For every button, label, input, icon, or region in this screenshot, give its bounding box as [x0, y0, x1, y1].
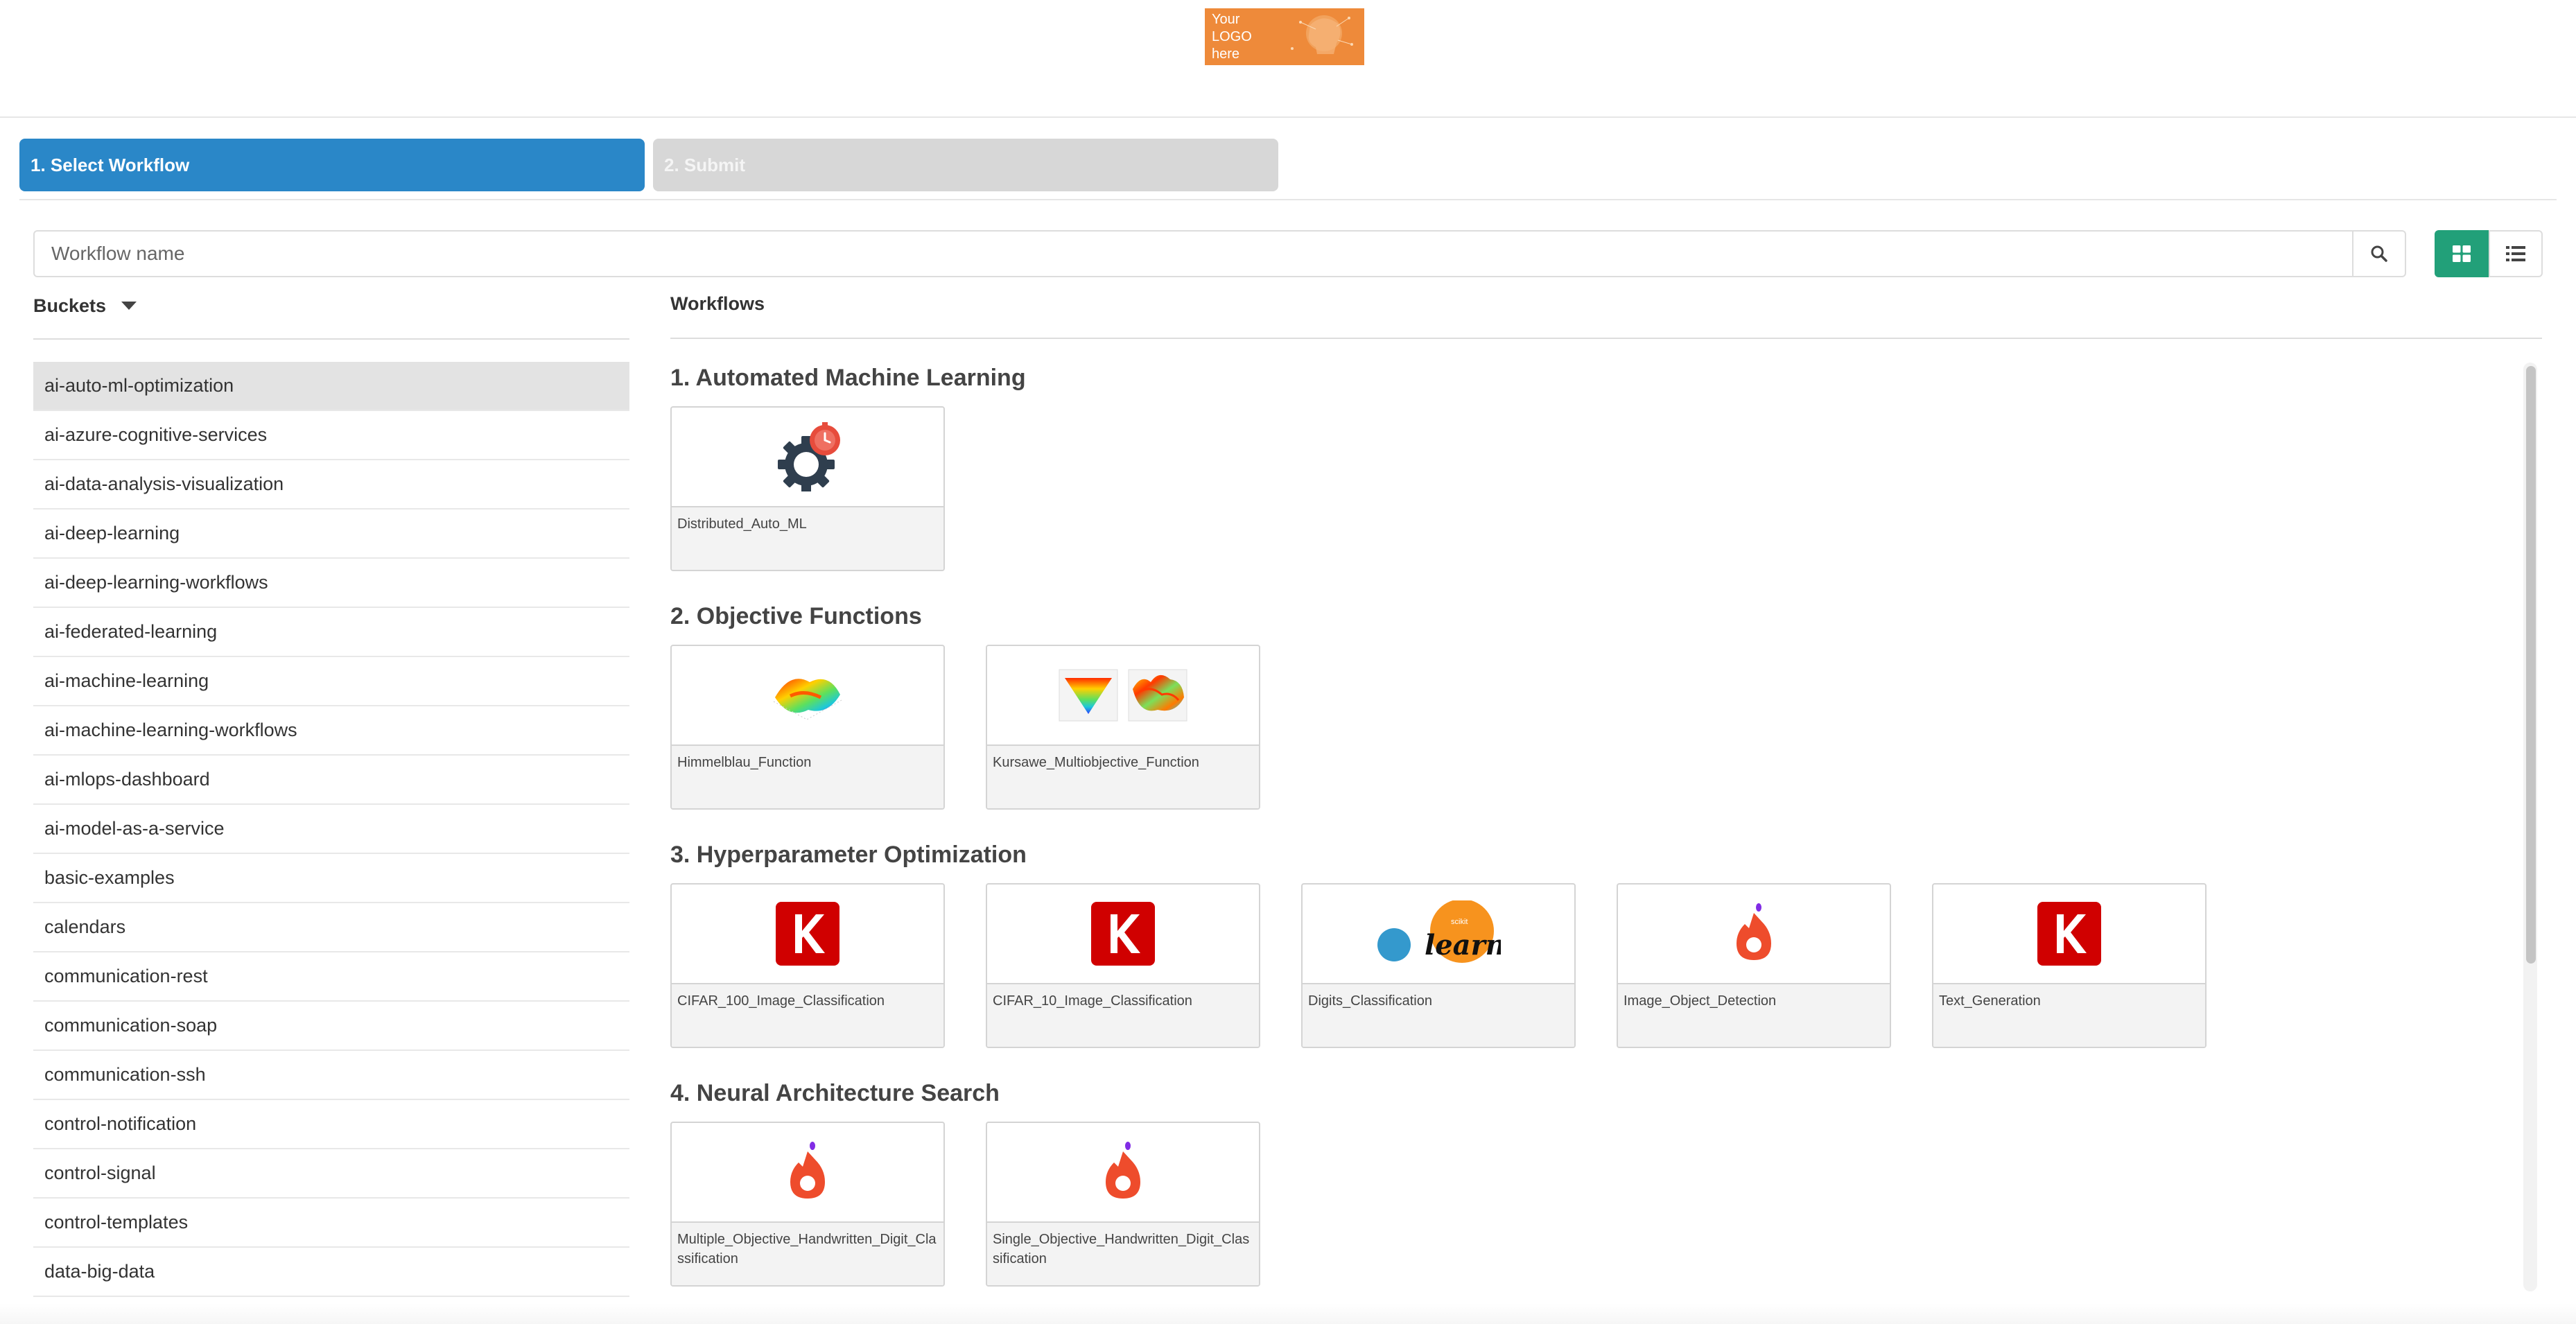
workflow-card-label: CIFAR_100_Image_Classification [672, 983, 943, 1047]
search-button[interactable] [2352, 230, 2406, 277]
workflow-card-image-object-detection[interactable]: Image_Object_Detection [1617, 883, 1891, 1048]
workflow-card-text-generation[interactable]: Text_Generation [1932, 883, 2207, 1048]
keras-icon [1091, 902, 1155, 966]
header: Your LOGO here [0, 0, 2576, 118]
surface-plot-icon [773, 679, 842, 720]
bucket-item-communication-soap[interactable]: communication-soap [33, 1002, 629, 1051]
bucket-item-ai-machine-learning[interactable]: ai-machine-learning [33, 657, 629, 706]
bucket-item-ai-data-analysis-visualization[interactable]: ai-data-analysis-visualization [33, 460, 629, 509]
group-title-hyperparameter-optimization: 3. Hyperparameter Optimization [670, 842, 1027, 868]
flame-icon [790, 1142, 825, 1199]
bucket-item-ai-azure-cognitive-services[interactable]: ai-azure-cognitive-services [33, 411, 629, 460]
steps-divider [19, 199, 2557, 200]
scikit-learn-icon: scikit learn [1377, 900, 1501, 963]
logo-head-graphic [1274, 8, 1364, 65]
page-bottom-edge [0, 1303, 2576, 1324]
workflow-card-cifar-10-image-classification[interactable]: CIFAR_10_Image_Classification [986, 883, 1260, 1048]
buckets-sort-toggle[interactable]: Buckets [33, 293, 137, 318]
caret-down-icon [121, 302, 137, 310]
bucket-item-ai-deep-learning-workflows[interactable]: ai-deep-learning-workflows [33, 559, 629, 608]
workflows-scrollbar-thumb[interactable] [2526, 366, 2536, 964]
bucket-item-basic-examples[interactable]: basic-examples [33, 854, 629, 903]
list-view-button[interactable] [2489, 230, 2543, 277]
workflow-card-label: Single_Objective_Handwritten_Digit_Class… [987, 1221, 1259, 1285]
workflow-card-label: Himmelblau_Function [672, 744, 943, 808]
scikit-small-text: scikit [1451, 918, 1468, 926]
company-logo[interactable]: Your LOGO here [1205, 8, 1364, 65]
group-title-automated-machine-learning: 1. Automated Machine Learning [670, 365, 1026, 391]
keras-icon [2037, 902, 2101, 966]
workflow-card-label: Kursawe_Multiobjective_Function [987, 744, 1259, 808]
search-icon [2371, 245, 2387, 262]
workflow-card-digits-classification[interactable]: scikit learn Digits_Classification [1301, 883, 1576, 1048]
workflow-card-label: CIFAR_10_Image_Classification [987, 983, 1259, 1047]
bucket-item-calendars[interactable]: calendars [33, 903, 629, 952]
workflow-card-label: Distributed_Auto_ML [672, 506, 943, 570]
bucket-item-communication-rest[interactable]: communication-rest [33, 952, 629, 1002]
bucket-list: ai-auto-ml-optimization ai-azure-cogniti… [33, 362, 629, 1297]
workflow-card-label: Text_Generation [1933, 983, 2205, 1047]
workflows-title: Workflows [670, 293, 765, 314]
buckets-title: Buckets [33, 295, 107, 316]
bucket-item-communication-ssh[interactable]: communication-ssh [33, 1051, 629, 1100]
workflow-card-label: Multiple_Objective_Handwritten_Digit_Cla… [672, 1221, 943, 1285]
bucket-item-ai-federated-learning[interactable]: ai-federated-learning [33, 608, 629, 657]
keras-icon [776, 902, 839, 966]
bucket-item-data-big-data[interactable]: data-big-data [33, 1248, 629, 1297]
workflow-card-multiple-objective-handwritten-digit-classification[interactable]: Multiple_Objective_Handwritten_Digit_Cla… [670, 1122, 945, 1287]
step-submit[interactable]: 2. Submit [653, 139, 1278, 191]
bucket-item-control-signal[interactable]: control-signal [33, 1149, 629, 1199]
workflows-divider [670, 338, 2542, 339]
bucket-item-ai-mlops-dashboard[interactable]: ai-mlops-dashboard [33, 756, 629, 805]
workflow-search-input[interactable] [33, 230, 2353, 277]
workflow-card-label: Digits_Classification [1303, 983, 1574, 1047]
logo-text: Your LOGO here [1212, 12, 1252, 62]
flame-icon [1737, 903, 1771, 960]
bucket-item-ai-machine-learning-workflows[interactable]: ai-machine-learning-workflows [33, 706, 629, 756]
flame-icon [1106, 1142, 1140, 1199]
workflow-card-cifar-100-image-classification[interactable]: CIFAR_100_Image_Classification [670, 883, 945, 1048]
bucket-item-control-templates[interactable]: control-templates [33, 1199, 629, 1248]
workflow-card-kursawe-multiobjective-function[interactable]: Kursawe_Multiobjective_Function [986, 645, 1260, 810]
workflow-card-himmelblau-function[interactable]: Himmelblau_Function [670, 645, 945, 810]
grid-icon [2453, 245, 2471, 262]
workflow-catalog: 1. Automated Machine Learning Distribute… [670, 360, 2528, 1293]
list-icon [2506, 246, 2525, 261]
scikit-learn-text: learn [1425, 929, 1501, 961]
bucket-item-control-notification[interactable]: control-notification [33, 1100, 629, 1149]
bucket-item-ai-auto-ml-optimization[interactable]: ai-auto-ml-optimization [33, 362, 629, 411]
bucket-item-ai-deep-learning[interactable]: ai-deep-learning [33, 509, 629, 559]
workflow-card-label: Image_Object_Detection [1618, 983, 1890, 1047]
surface-plots-icon [1059, 669, 1187, 722]
workflow-card-single-objective-handwritten-digit-classification[interactable]: Single_Objective_Handwritten_Digit_Class… [986, 1122, 1260, 1287]
group-title-objective-functions: 2. Objective Functions [670, 603, 922, 629]
bucket-item-ai-model-as-a-service[interactable]: ai-model-as-a-service [33, 805, 629, 854]
buckets-divider [33, 338, 629, 340]
step-select-workflow[interactable]: 1. Select Workflow [19, 139, 645, 191]
group-title-neural-architecture-search: 4. Neural Architecture Search [670, 1080, 1000, 1106]
workflow-card-distributed-auto-ml[interactable]: Distributed_Auto_ML [670, 406, 945, 571]
gear-timer-icon [778, 422, 840, 491]
grid-view-button[interactable] [2435, 230, 2489, 277]
